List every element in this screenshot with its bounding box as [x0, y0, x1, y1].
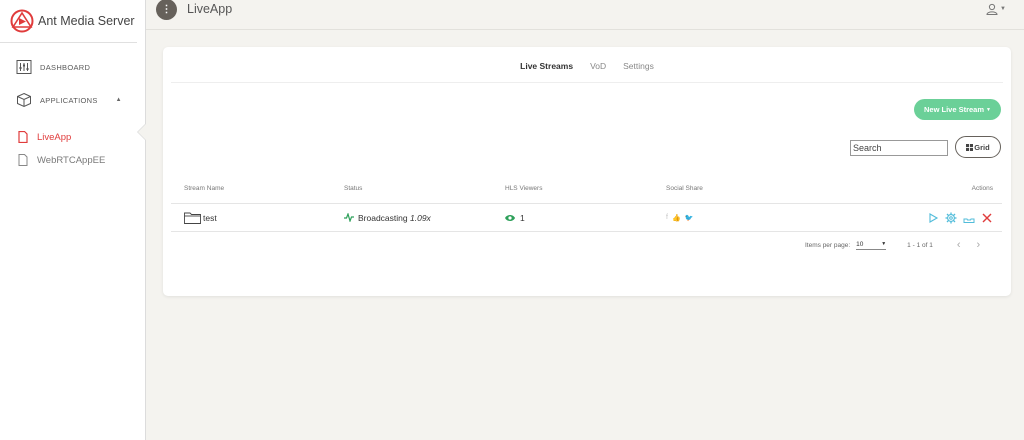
tab-vod[interactable]: VoD — [590, 59, 606, 71]
broadcasting-pulse-icon — [344, 213, 354, 222]
streams-table: Stream Name Status HLS Viewers Social Sh… — [171, 174, 1002, 232]
table-row: test Broadcasting 1.09x 1 f 👍 🐦 — [171, 204, 1002, 232]
new-live-stream-label: New Live Stream — [924, 105, 985, 114]
play-icon[interactable] — [927, 212, 939, 224]
gear-icon[interactable] — [945, 212, 957, 224]
stream-name[interactable]: test — [203, 213, 217, 223]
column-header-actions: Actions — [971, 185, 993, 192]
social-share-cell: f 👍 🐦 — [666, 214, 697, 222]
active-indicator-fill — [138, 124, 146, 140]
chevron-down-icon: ▼ — [1000, 6, 1006, 12]
chevron-down-icon: ▼ — [986, 106, 991, 113]
ant-media-logo-icon — [10, 9, 34, 33]
page-range: 1 - 1 of 1 — [907, 241, 933, 249]
divider — [171, 82, 1003, 83]
sidebar-item-dashboard[interactable]: DASHBOARD — [0, 57, 145, 77]
sidebar-item-label: LiveApp — [37, 131, 72, 143]
grid-label: Grid — [974, 142, 990, 152]
items-per-page-value: 10 — [856, 240, 864, 248]
top-header: ⋮ LiveApp ▼ — [146, 0, 1024, 30]
previous-page-icon[interactable]: ‹ — [957, 239, 961, 251]
items-per-page-select[interactable]: 10 ▼ — [856, 240, 887, 250]
eye-icon — [505, 214, 515, 221]
sidebar-nav: DASHBOARD APPLICATIONS ▲ LiveApp WebRTCA… — [0, 43, 145, 168]
search-input[interactable] — [850, 140, 948, 156]
column-header-stream-name[interactable]: Stream Name — [184, 185, 224, 192]
grid-view-button[interactable]: Grid — [955, 136, 1001, 158]
new-live-stream-button[interactable]: New Live Stream ▼ — [914, 99, 1001, 120]
stream-name-cell: test — [184, 212, 217, 224]
status-text: Broadcasting — [358, 212, 408, 223]
applications-submenu: LiveApp WebRTCAppEE — [0, 123, 145, 168]
viewer-count: 1 — [520, 212, 525, 223]
brand-name: Ant Media Server — [38, 14, 135, 28]
file-icon — [18, 131, 28, 143]
chevron-down-icon: ▼ — [881, 240, 887, 247]
sidebar: Ant Media Server DASHBOARD APPLICATIONS … — [0, 0, 146, 440]
inbox-icon[interactable] — [963, 212, 975, 224]
tab-bar: Live Streams VoD Settings — [163, 47, 1011, 83]
status-speed: 1.09x — [410, 212, 431, 223]
page-title: LiveApp — [187, 2, 233, 16]
user-icon — [986, 3, 998, 15]
status-cell: Broadcasting 1.09x — [344, 213, 431, 223]
cube-icon — [17, 92, 31, 108]
column-header-status[interactable]: Status — [344, 185, 362, 192]
delete-icon[interactable] — [981, 212, 993, 224]
sidebar-item-applications[interactable]: APPLICATIONS ▲ — [0, 90, 145, 110]
grid-icon — [966, 143, 974, 151]
pagination: Items per page: 10 ▼ 1 - 1 of 1 ‹ › — [805, 239, 980, 251]
sidebar-item-label: DASHBOARD — [40, 62, 91, 72]
sidebar-item-label: WebRTCAppEE — [37, 154, 106, 166]
chevron-up-icon: ▲ — [115, 97, 122, 103]
column-header-social-share: Social Share — [666, 185, 703, 192]
folder-icon — [184, 212, 201, 224]
table-header: Stream Name Status HLS Viewers Social Sh… — [171, 174, 1002, 204]
column-header-hls-viewers[interactable]: HLS Viewers — [505, 185, 542, 192]
streams-card: Live Streams VoD Settings New Live Strea… — [163, 47, 1011, 296]
viewers-cell: 1 — [505, 213, 525, 223]
facebook-icon[interactable]: f — [666, 214, 668, 221]
logo[interactable]: Ant Media Server — [0, 0, 137, 43]
file-icon — [18, 154, 28, 166]
sidebar-item-liveapp[interactable]: LiveApp — [0, 129, 145, 145]
tab-settings[interactable]: Settings — [623, 59, 654, 71]
sidebar-item-label: APPLICATIONS — [40, 95, 98, 105]
tab-live-streams[interactable]: Live Streams — [520, 59, 573, 71]
user-menu[interactable]: ▼ — [986, 3, 1006, 15]
more-vertical-icon[interactable]: ⋮ — [156, 0, 177, 20]
next-page-icon[interactable]: › — [977, 239, 981, 251]
dashboard-icon — [16, 60, 32, 74]
thumbs-up-icon[interactable]: 👍 — [672, 214, 681, 222]
sidebar-item-webrtcappee[interactable]: WebRTCAppEE — [0, 152, 145, 168]
items-per-page-label: Items per page: — [805, 241, 851, 249]
actions-cell — [927, 212, 993, 224]
twitter-icon[interactable]: 🐦 — [685, 214, 694, 222]
